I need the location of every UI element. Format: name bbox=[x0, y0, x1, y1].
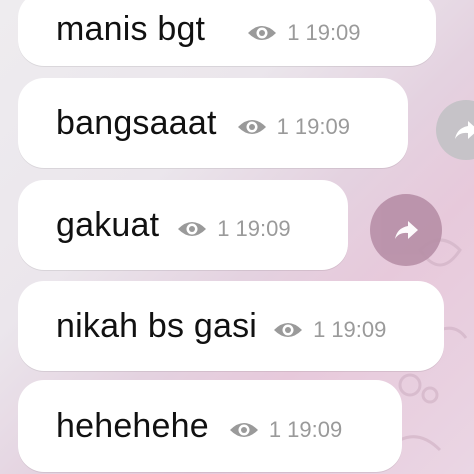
view-count: 1 bbox=[287, 20, 300, 45]
share-button[interactable] bbox=[370, 194, 442, 266]
eye-icon bbox=[248, 26, 277, 40]
message-bubble[interactable]: manis bgt 1 19:09 bbox=[18, 0, 436, 66]
share-arrow-icon bbox=[455, 121, 474, 139]
share-arrow-icon bbox=[395, 221, 418, 239]
message-meta: 1 19:09 bbox=[229, 409, 342, 443]
message-meta: 1 19:09 bbox=[273, 309, 386, 343]
message-text: nikah bs gasi bbox=[56, 306, 258, 345]
eye-icon bbox=[237, 120, 266, 134]
eye-icon bbox=[274, 323, 303, 337]
message-bubble[interactable]: nikah bs gasi 1 19:09 bbox=[18, 281, 444, 371]
eye-icon bbox=[229, 423, 258, 437]
message-bubble[interactable]: bangsaaat 1 19:09 bbox=[18, 78, 408, 168]
message-time: 19:09 bbox=[235, 216, 291, 241]
view-count: 1 bbox=[313, 317, 326, 342]
eye-icon bbox=[178, 222, 207, 236]
message-time: 19:09 bbox=[294, 114, 350, 139]
message-bubble[interactable]: gakuat 1 19:09 bbox=[18, 180, 348, 270]
share-button[interactable] bbox=[436, 100, 474, 160]
message-time: 19:09 bbox=[331, 317, 387, 342]
view-count: 1 bbox=[268, 417, 282, 442]
message-text: manis bgt bbox=[56, 9, 206, 48]
message-text: gakuat bbox=[56, 205, 160, 244]
view-count: 1 bbox=[217, 216, 230, 241]
message-bubble[interactable]: hehehehe 1 19:09 bbox=[18, 380, 402, 472]
message-text: hehehehe bbox=[56, 406, 209, 445]
view-count: 1 bbox=[276, 114, 289, 139]
message-time: 19:09 bbox=[287, 417, 343, 442]
message-meta: 1 19:09 bbox=[237, 106, 350, 140]
message-meta: 1 19:09 bbox=[177, 208, 291, 242]
message-meta: 1 19:09 bbox=[247, 12, 361, 46]
message-time: 19:09 bbox=[305, 20, 361, 45]
message-text: bangsaaat bbox=[56, 103, 217, 142]
